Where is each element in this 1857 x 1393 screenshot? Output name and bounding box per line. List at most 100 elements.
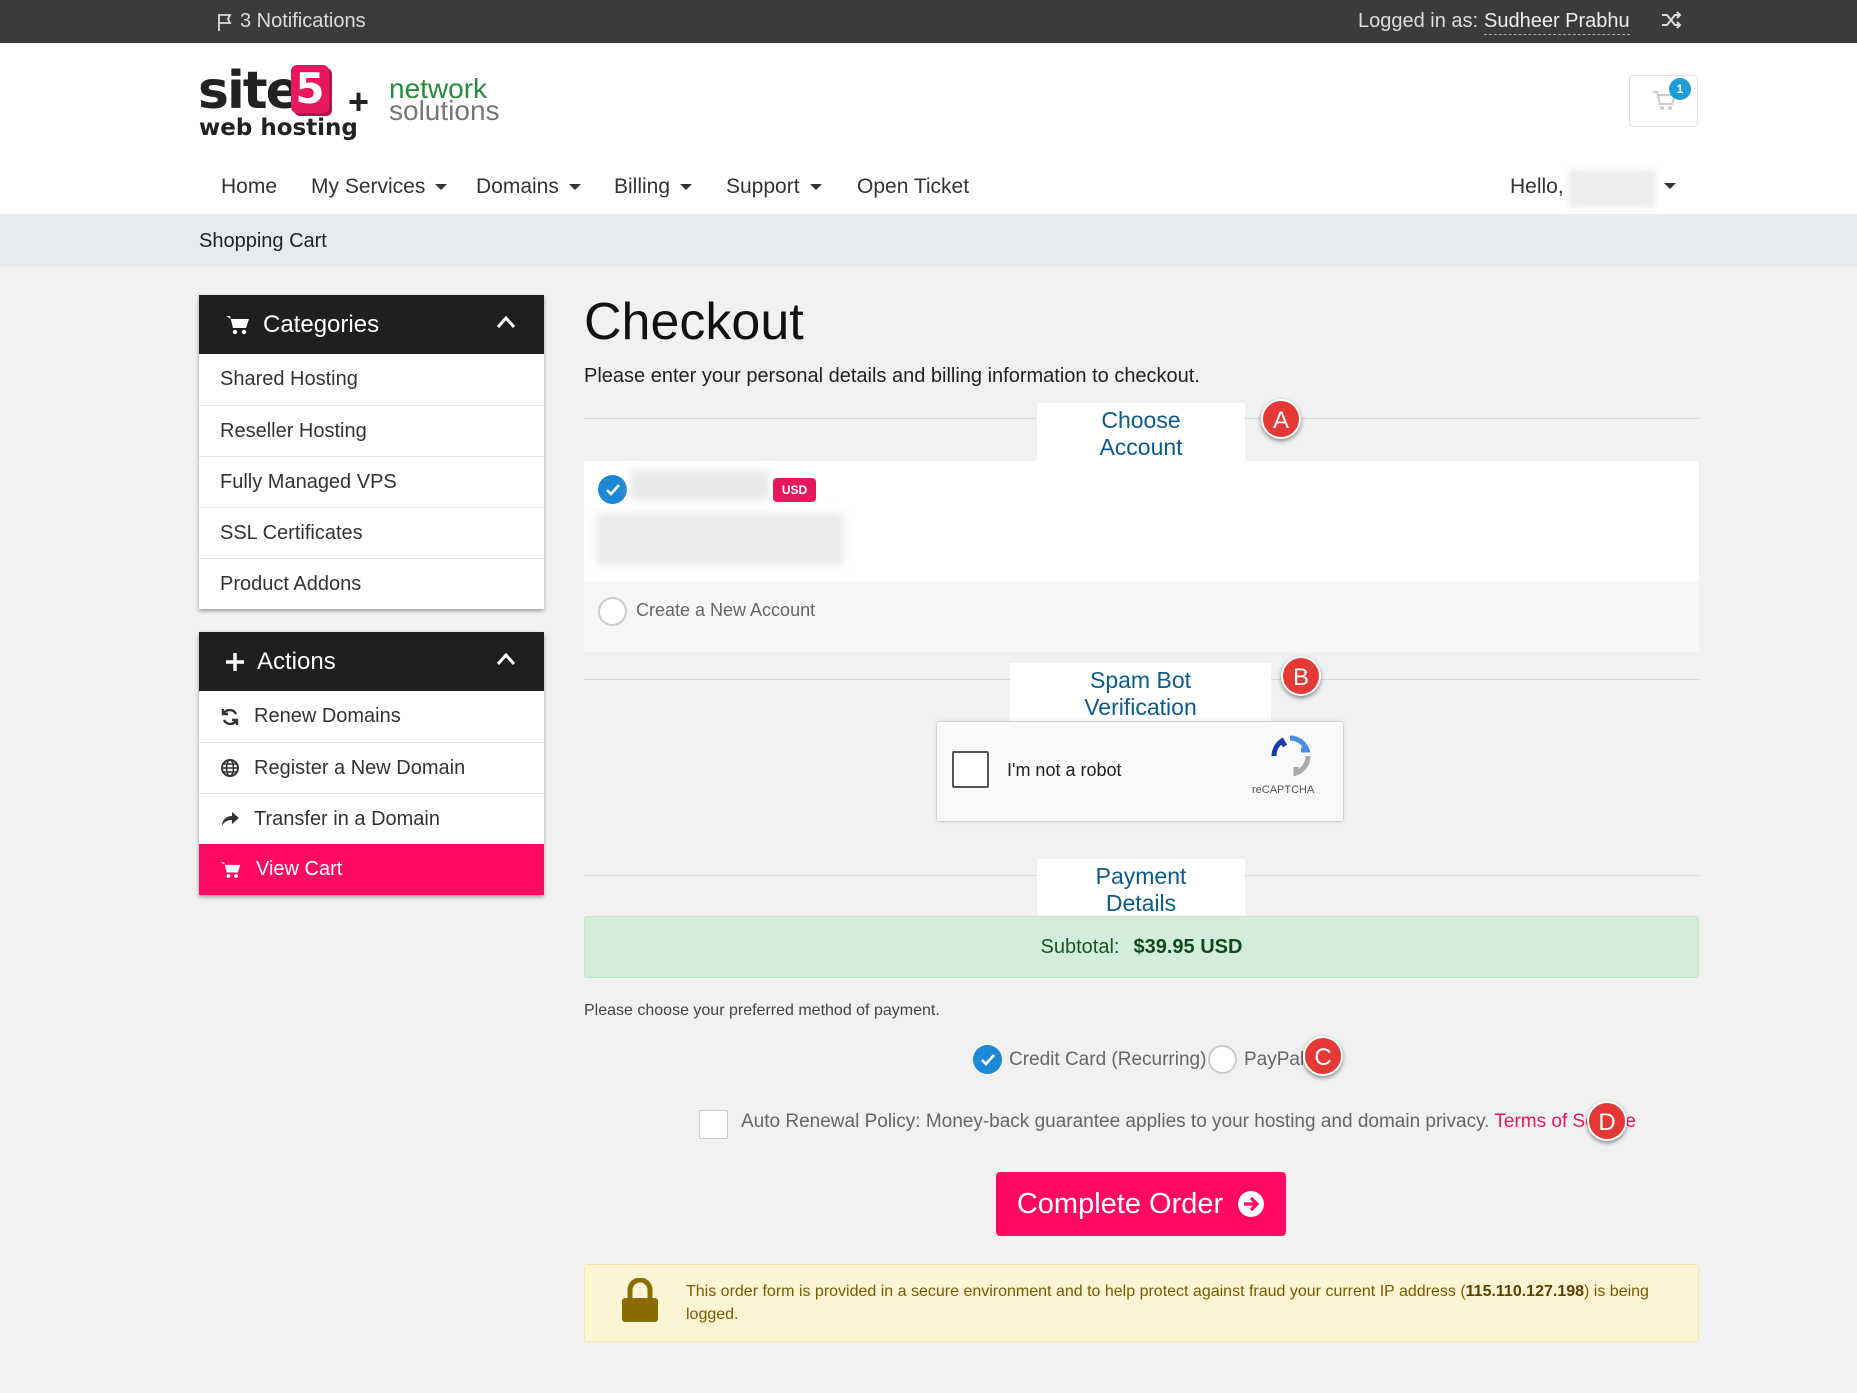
checkout-intro: Please enter your personal details and b… xyxy=(584,365,1200,387)
nav-hello-label: Hello, xyxy=(1510,175,1564,198)
paypal-label[interactable]: PayPal xyxy=(1244,1049,1304,1071)
auto-renewal-checkbox[interactable] xyxy=(699,1110,728,1139)
subtotal-label: Subtotal: xyxy=(1040,935,1120,958)
action-label: Transfer in a Domain xyxy=(254,807,440,830)
recaptcha-label: I'm not a robot xyxy=(1007,760,1122,780)
nav-home-label: Home xyxy=(221,175,278,198)
nav-domains-label: Domains xyxy=(476,175,559,198)
marker-a: A xyxy=(1261,399,1301,439)
arrow-circle-right-icon xyxy=(1238,1191,1265,1217)
nav-support-label: Support xyxy=(726,175,800,198)
logo-solutions-text: solutions xyxy=(389,95,500,126)
notifications-link[interactable]: 3 Notifications xyxy=(216,10,366,33)
recaptcha-logo-icon xyxy=(1271,735,1311,777)
paypal-radio[interactable] xyxy=(1208,1045,1237,1074)
subtotal-value: $39.95 USD xyxy=(1133,935,1243,958)
category-label: Reseller Hosting xyxy=(220,419,367,442)
cart-count-badge: 1 xyxy=(1669,78,1691,100)
actions-panel: Actions Renew Domains Register a New Dom… xyxy=(199,632,544,895)
nav-my-services[interactable]: My Services xyxy=(311,175,448,199)
currency-badge: USD xyxy=(773,478,816,502)
flag-icon xyxy=(218,13,232,31)
lock-icon xyxy=(622,1278,658,1322)
logo-plus-text: + xyxy=(348,81,370,122)
check-icon xyxy=(980,1053,995,1066)
credit-card-label[interactable]: Credit Card (Recurring) xyxy=(1009,1049,1206,1071)
category-label: Fully Managed VPS xyxy=(220,470,397,493)
category-label: Shared Hosting xyxy=(220,368,358,390)
caret-down-icon[interactable] xyxy=(1664,183,1676,189)
actions-title: Actions xyxy=(257,647,336,675)
auto-renewal-label: Auto Renewal Policy: Money-back guarante… xyxy=(741,1111,1490,1132)
nav-hello[interactable]: Hello, xyxy=(1510,175,1564,199)
share-arrow-icon xyxy=(222,812,239,826)
account-details-redacted xyxy=(596,512,844,566)
notifications-label: 3 Notifications xyxy=(240,10,366,32)
shuffle-icon[interactable] xyxy=(1660,9,1682,31)
caret-down-icon xyxy=(435,184,448,190)
chevron-up-icon[interactable] xyxy=(496,315,516,329)
action-label: Renew Domains xyxy=(254,705,401,727)
category-label: Product Addons xyxy=(220,572,362,595)
complete-order-button[interactable]: Complete Order xyxy=(996,1172,1286,1236)
account-selected-check[interactable] xyxy=(598,475,627,504)
action-register-domain[interactable]: Register a New Domain xyxy=(199,742,544,793)
categories-header[interactable]: Categories xyxy=(199,295,544,354)
secure-notice-pre: This order form is provided in a secure … xyxy=(686,1283,1466,1300)
marker-b: B xyxy=(1281,656,1321,696)
check-icon xyxy=(605,483,620,496)
nav-billing-label: Billing xyxy=(614,175,671,198)
category-fully-managed-vps[interactable]: Fully Managed VPS xyxy=(199,456,544,507)
marker-d: D xyxy=(1587,1101,1627,1141)
category-ssl-certificates[interactable]: SSL Certificates xyxy=(199,507,544,558)
action-label: View Cart xyxy=(256,858,343,880)
complete-order-label: Complete Order xyxy=(1016,1187,1224,1220)
marker-c: C xyxy=(1303,1036,1343,1076)
caret-down-icon xyxy=(809,184,822,190)
nav-billing[interactable]: Billing xyxy=(614,175,693,199)
nav-open-ticket[interactable]: Open Ticket xyxy=(857,175,969,199)
categories-panel: Categories Shared Hosting Reseller Hosti… xyxy=(199,295,544,609)
action-transfer-domain[interactable]: Transfer in a Domain xyxy=(199,793,544,844)
actions-header[interactable]: Actions xyxy=(199,632,544,691)
recaptcha-checkbox[interactable] xyxy=(952,751,989,788)
create-account-label[interactable]: Create a New Account xyxy=(636,600,815,621)
recaptcha-brand: reCAPTCHA xyxy=(1252,784,1315,796)
auto-renewal-text: Auto Renewal Policy: Money-back guarante… xyxy=(741,1111,1636,1133)
logo-five-text: 5 xyxy=(291,65,329,113)
ip-address: 115.110.127.198 xyxy=(1465,1283,1585,1300)
account-name-redacted xyxy=(630,470,770,500)
cart-icon xyxy=(220,861,241,878)
cart-icon xyxy=(226,315,249,334)
category-reseller-hosting[interactable]: Reseller Hosting xyxy=(199,405,544,456)
payment-method-hint: Please choose your preferred method of p… xyxy=(584,1002,940,1019)
chevron-up-icon[interactable] xyxy=(496,652,516,666)
nav-home[interactable]: Home xyxy=(221,175,277,199)
action-renew-domains[interactable]: Renew Domains xyxy=(199,691,544,742)
plus-icon xyxy=(226,652,244,671)
choose-account-heading: Choose Account xyxy=(1037,403,1245,465)
breadcrumb: Shopping Cart xyxy=(0,214,1857,267)
category-shared-hosting[interactable]: Shared Hosting xyxy=(199,354,544,405)
credit-card-radio[interactable] xyxy=(973,1045,1002,1074)
nav-my-services-label: My Services xyxy=(311,175,426,198)
nav-support[interactable]: Support xyxy=(726,175,822,199)
page-title: Checkout xyxy=(584,293,804,351)
create-account-radio[interactable] xyxy=(598,597,627,626)
nav-domains[interactable]: Domains xyxy=(476,175,581,199)
top-bar: 3 Notifications Logged in as: Sudheer Pr… xyxy=(0,0,1857,43)
action-view-cart[interactable]: View Cart xyxy=(199,844,544,895)
breadcrumb-current: Shopping Cart xyxy=(199,230,327,252)
category-label: SSL Certificates xyxy=(220,521,363,544)
globe-icon xyxy=(221,759,239,777)
categories-title: Categories xyxy=(263,310,380,338)
user-name-link[interactable]: Sudheer Prabhu xyxy=(1484,10,1630,35)
caret-down-icon xyxy=(568,184,581,190)
caret-down-icon xyxy=(680,184,693,190)
subtotal-box: Subtotal: $39.95 USD xyxy=(584,916,1699,978)
refresh-icon xyxy=(221,708,239,725)
spam-verification-heading: Spam Bot Verification xyxy=(1010,663,1271,725)
payment-details-heading: Payment Details xyxy=(1037,859,1245,921)
category-product-addons[interactable]: Product Addons xyxy=(199,558,544,609)
user-name-redacted xyxy=(1568,170,1656,208)
